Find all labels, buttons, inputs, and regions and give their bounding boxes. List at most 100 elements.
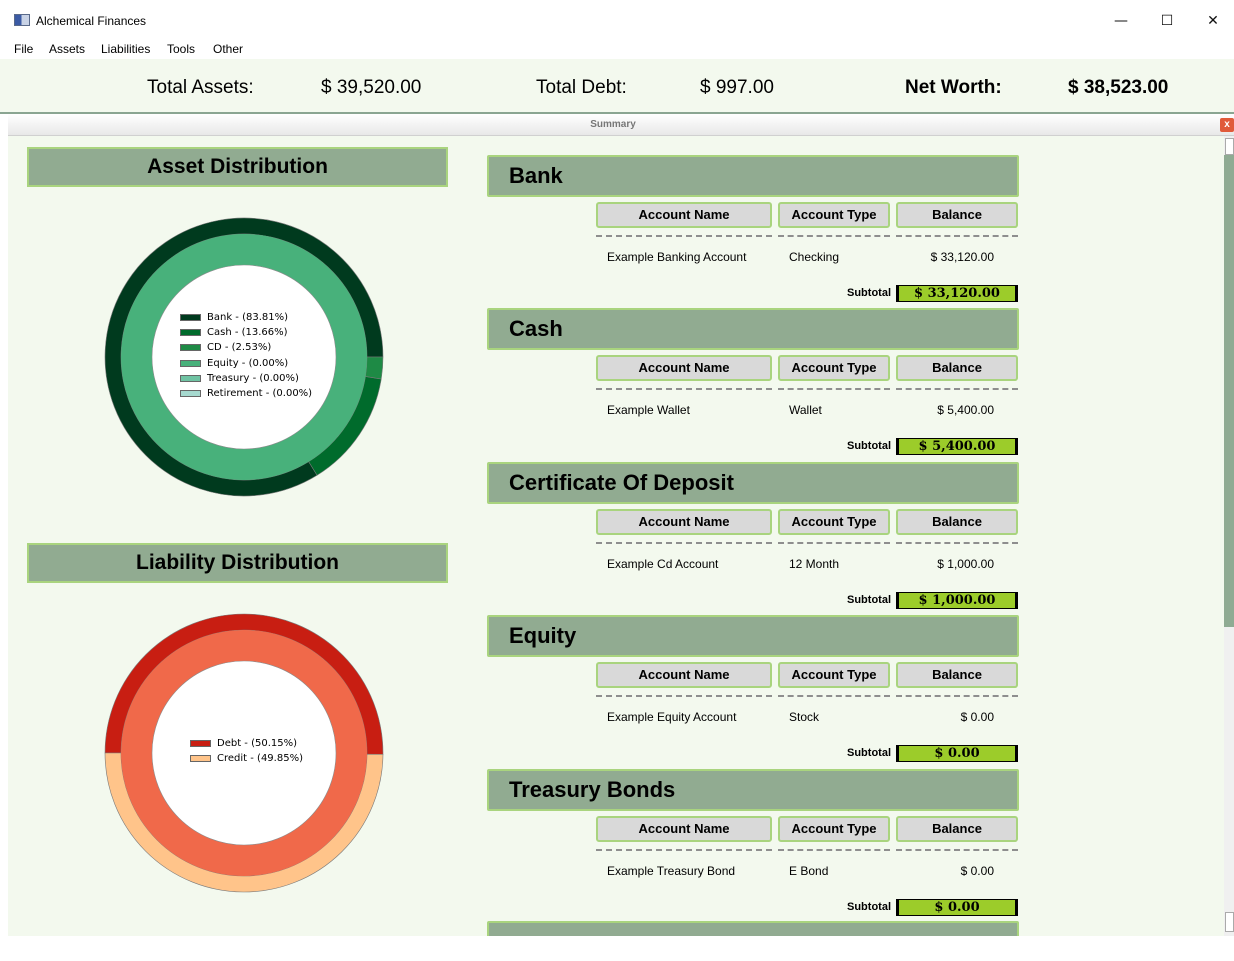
section-header-1: Cash (487, 308, 1019, 351)
menu-assets[interactable]: Assets (49, 42, 85, 56)
column-divider (596, 235, 772, 237)
account-type-cell: E Bond (789, 863, 829, 878)
legend-swatch (180, 314, 201, 322)
column-divider (596, 541, 772, 544)
title-bar: Alchemical Finances — ☐ ✕ (0, 0, 1234, 40)
asset-slice-cd (365, 356, 384, 380)
account-name-cell[interactable]: Example Equity Account (607, 710, 736, 724)
subtotal-label: Subtotal (847, 440, 891, 453)
column-header[interactable]: Account Type (778, 202, 890, 228)
subtotal-label: Subtotal (847, 747, 891, 760)
column-divider (896, 848, 1018, 851)
subtotal-label: Subtotal (847, 287, 891, 299)
legend-swatch (190, 740, 211, 748)
account-type-cell: 12 Month (789, 556, 840, 571)
legend-swatch (180, 374, 201, 382)
column-header[interactable]: Balance (896, 815, 1018, 842)
subtotal-label: Subtotal (847, 900, 891, 913)
account-balance-cell: $ 0.00 (960, 710, 994, 725)
asset-legend-item: Cash - (13.66%) (180, 325, 312, 340)
asset-legend-item: Treasury - (0.00%) (180, 371, 312, 386)
total-assets-value: $ 39,520.00 (321, 77, 422, 98)
legend-label: Debt - (50.15%) (217, 738, 298, 750)
column-header[interactable]: Account Type (778, 662, 890, 689)
menu-liabilities[interactable]: Liabilities (101, 42, 150, 56)
totals-strip: Total Assets: $ 39,520.00 Total Debt: $ … (0, 59, 1234, 114)
section-header-4: Treasury Bonds (487, 768, 1019, 811)
menu-tools[interactable]: Tools (167, 42, 195, 56)
column-header[interactable]: Account Name (596, 355, 772, 382)
maximize-button[interactable]: ☐ (1144, 6, 1190, 36)
subtotal-value: $ 33,120.00 (896, 285, 1018, 302)
close-button[interactable]: ✕ (1190, 6, 1234, 36)
summary-tab-bar: Summary x (8, 114, 1234, 136)
account-name-cell[interactable]: Example Treasury Bond (607, 864, 735, 878)
column-header[interactable]: Account Name (596, 202, 772, 228)
account-name-cell[interactable]: Example Cd Account (607, 557, 718, 571)
account-type-cell: Stock (789, 710, 820, 725)
legend-swatch (180, 390, 201, 398)
asset-legend-item: Retirement - (0.00%) (180, 386, 312, 401)
liability-legend: Debt - (50.15%) Credit - (49.85%) (190, 736, 303, 766)
column-header[interactable]: Account Name (596, 815, 772, 842)
section-header-partial (487, 921, 1019, 936)
legend-label: Bank - (83.81%) (207, 312, 289, 324)
column-header[interactable]: Account Name (596, 662, 772, 689)
liability-legend-item: Credit - (49.85%) (190, 751, 303, 766)
legend-label: Treasury - (0.00%) (207, 372, 299, 384)
column-header[interactable]: Balance (896, 355, 1018, 382)
column-divider (778, 541, 890, 544)
legend-label: Equity - (0.00%) (207, 357, 289, 369)
summary-close-icon[interactable]: x (1220, 118, 1234, 132)
column-header[interactable]: Balance (896, 508, 1018, 535)
account-type-cell: Wallet (789, 403, 822, 418)
account-name-cell[interactable]: Example Wallet (607, 403, 690, 417)
asset-legend-item: Equity - (0.00%) (180, 356, 312, 371)
column-header[interactable]: Balance (896, 202, 1018, 228)
column-header[interactable]: Account Name (596, 508, 772, 535)
column-header[interactable]: Account Type (778, 355, 890, 382)
subtotal-label: Subtotal (847, 593, 891, 606)
column-header[interactable]: Account Type (778, 508, 890, 535)
scroll-up-button[interactable] (1225, 138, 1234, 155)
legend-swatch (180, 344, 201, 352)
menu-bar: File Assets Liabilities Tools Other (0, 40, 1234, 59)
menu-file[interactable]: File (14, 42, 33, 56)
account-balance-cell: $ 5,400.00 (937, 403, 994, 418)
column-divider (896, 695, 1018, 698)
column-divider (596, 695, 772, 698)
column-header[interactable]: Account Type (778, 815, 890, 842)
column-divider (778, 235, 890, 237)
legend-swatch (180, 329, 201, 337)
summary-title: Summary (590, 119, 636, 130)
minimize-button[interactable]: — (1098, 6, 1144, 36)
app-icon (14, 14, 30, 26)
subtotal-value: $ 1,000.00 (896, 591, 1018, 609)
subtotal-value: $ 0.00 (896, 898, 1018, 916)
asset-legend: Bank - (83.81%) Cash - (13.66%) CD - (2.53… (180, 310, 312, 401)
total-debt-value: $ 997.00 (700, 77, 774, 98)
account-balance-cell: $ 0.00 (960, 863, 994, 878)
column-divider (896, 388, 1018, 391)
legend-swatch (190, 755, 211, 763)
account-balance-cell: $ 1,000.00 (937, 556, 994, 571)
window-title: Alchemical Finances (36, 14, 147, 28)
asset-legend-item: Bank - (83.81%) (180, 310, 312, 325)
column-header[interactable]: Balance (896, 662, 1018, 689)
scroll-down-button[interactable] (1225, 912, 1234, 932)
section-header-3: Equity (487, 615, 1019, 658)
column-divider (896, 235, 1018, 237)
asset-distribution-header: Asset Distribution (27, 147, 448, 187)
section-header-2: Certificate Of Deposit (487, 461, 1019, 504)
scrollbar-thumb[interactable] (1224, 155, 1234, 627)
legend-label: CD - (2.53%) (207, 342, 272, 354)
column-divider (596, 848, 772, 851)
menu-other[interactable]: Other (213, 42, 243, 56)
legend-label: Cash - (13.66%) (207, 327, 288, 339)
legend-label: Credit - (49.85%) (217, 753, 303, 765)
total-debt-label: Total Debt: (536, 77, 627, 98)
subtotal-value: $ 0.00 (896, 745, 1018, 763)
liability-legend-item: Debt - (50.15%) (190, 736, 303, 751)
total-assets-label: Total Assets: (147, 77, 254, 98)
account-name-cell[interactable]: Example Banking Account (607, 250, 746, 264)
